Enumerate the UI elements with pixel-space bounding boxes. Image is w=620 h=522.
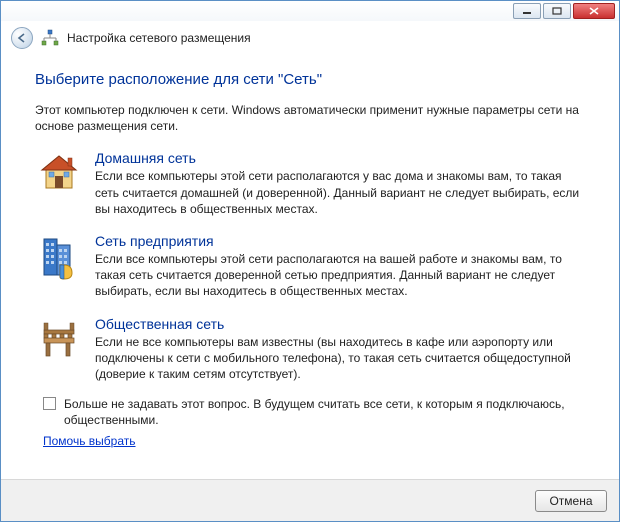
dont-ask-row[interactable]: Больше не задавать этот вопрос. В будуще… [43,396,585,428]
public-icon [37,316,81,383]
cancel-button[interactable]: Отмена [535,490,607,512]
option-public-body: Общественная сеть Если не все компьютеры… [95,316,583,383]
dont-ask-checkbox[interactable] [43,397,56,410]
maximize-button[interactable] [543,3,571,19]
intro-text: Этот компьютер подключен к сети. Windows… [35,102,585,134]
content-area: Выберите расположение для сети "Сеть" Эт… [1,57,619,448]
option-home-body: Домашняя сеть Если все компьютеры этой с… [95,150,583,217]
work-icon [37,233,81,300]
option-work-network[interactable]: Сеть предприятия Если все компьютеры это… [35,231,585,302]
wizard-header: Настройка сетевого размещения [1,21,619,57]
option-public-title: Общественная сеть [95,316,583,332]
help-link[interactable]: Помочь выбрать [43,434,136,448]
maximize-icon [552,7,562,15]
cancel-button-label: Отмена [549,494,592,508]
dont-ask-label: Больше не задавать этот вопрос. В будуще… [64,396,585,428]
option-work-desc: Если все компьютеры этой сети располагаю… [95,251,583,300]
close-icon [589,7,599,15]
back-button[interactable] [11,27,33,49]
network-icon [41,29,59,47]
network-location-window: Настройка сетевого размещения Выберите р… [0,0,620,522]
option-home-desc: Если все компьютеры этой сети располагаю… [95,168,583,217]
close-button[interactable] [573,3,615,19]
back-arrow-icon [16,32,28,44]
option-work-body: Сеть предприятия Если все компьютеры это… [95,233,583,300]
option-work-title: Сеть предприятия [95,233,583,249]
option-home-title: Домашняя сеть [95,150,583,166]
option-home-network[interactable]: Домашняя сеть Если все компьютеры этой с… [35,148,585,219]
home-icon [37,150,81,217]
option-public-network[interactable]: Общественная сеть Если не все компьютеры… [35,314,585,385]
minimize-button[interactable] [513,3,541,19]
option-public-desc: Если не все компьютеры вам известны (вы … [95,334,583,383]
footer: Отмена [1,479,619,521]
header-title: Настройка сетевого размещения [67,31,251,45]
page-title: Выберите расположение для сети "Сеть" [35,71,585,88]
minimize-icon [522,7,532,15]
titlebar [1,1,619,21]
